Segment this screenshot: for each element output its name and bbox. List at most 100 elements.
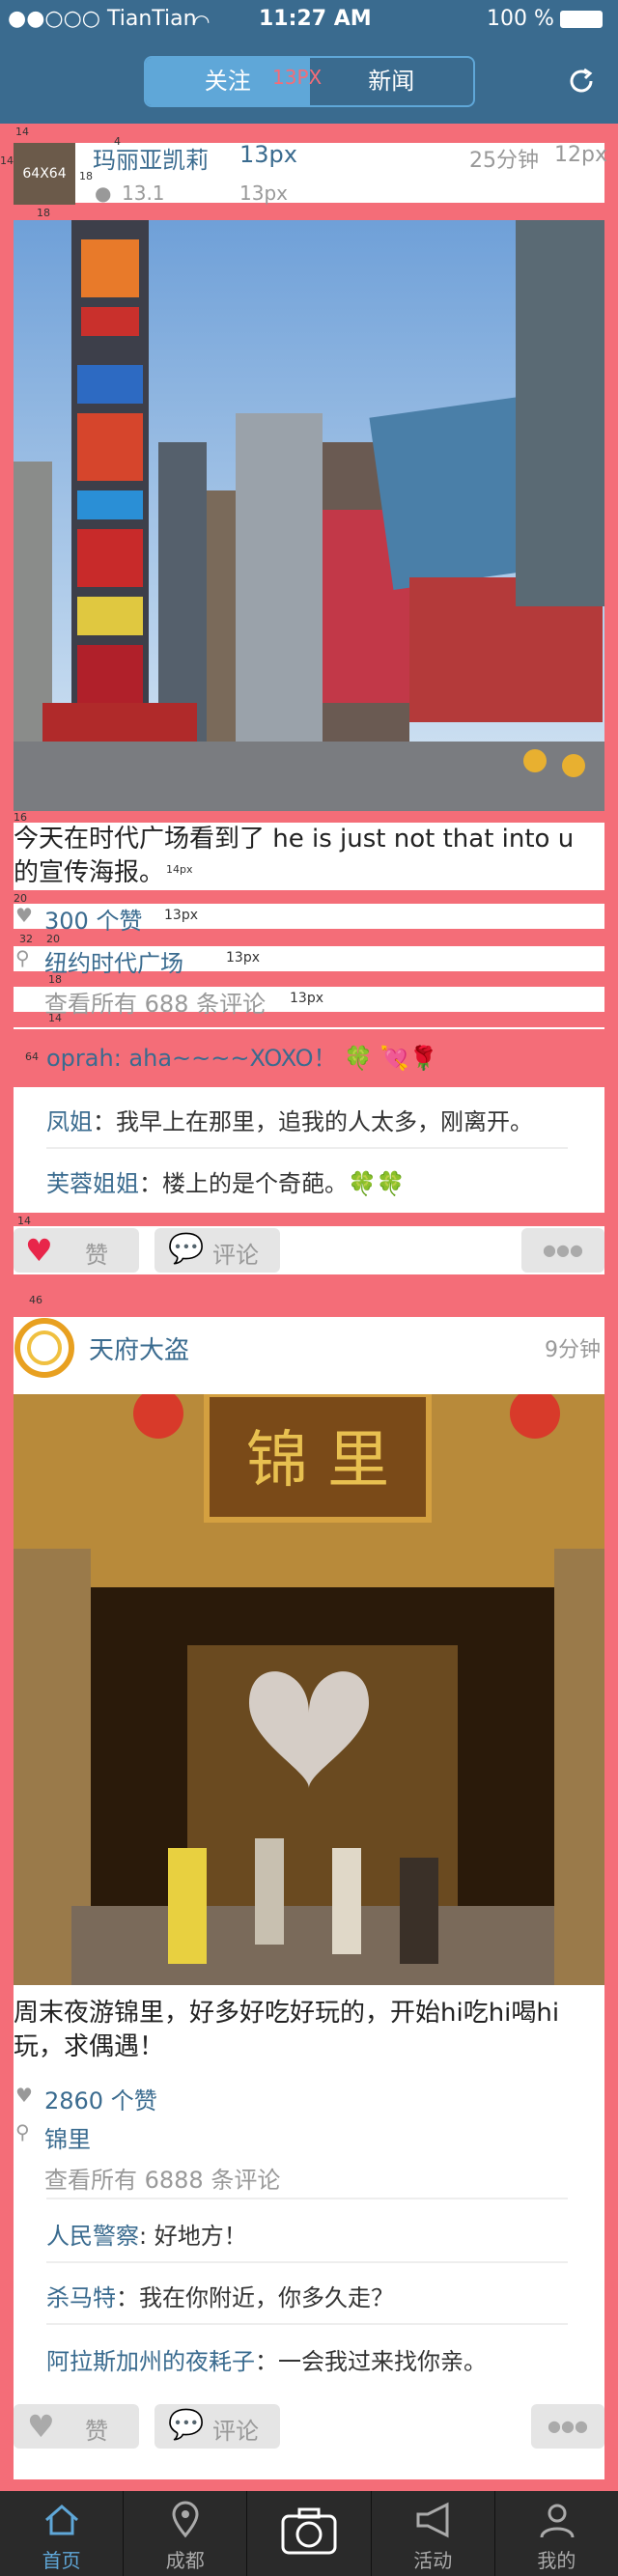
font-note: 13px [226, 950, 260, 966]
tab-home[interactable]: 首页 [0, 2491, 125, 2576]
guide-label: 46 [29, 1294, 42, 1306]
divider [46, 2261, 568, 2263]
comment-author[interactable]: 芙蓉姐姐 [46, 1170, 139, 1197]
wifi-icon: ◠ [193, 10, 211, 33]
comment-button[interactable]: 💬 评论 [154, 1228, 280, 1273]
author-name[interactable]: 玛丽亚凯莉 [93, 141, 209, 175]
comment-author[interactable]: 阿拉斯加州的夜耗子 [46, 2348, 255, 2375]
comment-text: 我早上在那里，追我的人太多，刚离开。 [116, 1108, 533, 1135]
font-note: 12px [554, 143, 607, 167]
tab-label: 我的 [537, 2549, 576, 2572]
post-time: 25分钟 [469, 149, 539, 173]
view-all-comments-link[interactable]: 查看所有 688 条评论 [44, 985, 266, 1019]
tab-label: 成都 [165, 2549, 205, 2572]
view-all-comments-link[interactable]: 查看所有 6888 条评论 [44, 2161, 280, 2195]
heart-outline-icon: ♥ [15, 904, 33, 927]
comment-text: 好地方！ [154, 2223, 247, 2250]
post-time: 9分钟 [545, 1338, 601, 1362]
tab-label: 首页 [42, 2549, 81, 2572]
font-note: 13px [290, 991, 323, 1006]
tab-chengdu[interactable]: 成都 [124, 2491, 248, 2576]
font-note: 13px [239, 182, 288, 205]
refresh-icon[interactable] [564, 64, 599, 98]
font-note: 13px [239, 141, 297, 168]
tab-me[interactable]: 我的 [495, 2491, 618, 2576]
comment-label: 评论 [212, 2418, 259, 2445]
drop-icon: ● [95, 182, 112, 205]
megaphone-icon [416, 2502, 449, 2538]
comment-author[interactable]: oprah [46, 1045, 114, 1072]
comment-item: 人民警察: 好地方！ [46, 2223, 247, 2250]
post-text: 今天在时代广场看到了 he is just not that into u 的宣… [14, 825, 575, 887]
tab-label: 活动 [413, 2549, 453, 2572]
heart-icon: ♥ [25, 1232, 53, 1269]
guide-label: 64 [25, 1050, 39, 1063]
guide-label: 4 [114, 135, 121, 148]
font-note: 13px [164, 908, 198, 923]
comment-text: 我在你附近，你多久走？ [139, 2284, 394, 2311]
comment-author[interactable]: 人民警察 [46, 2223, 139, 2250]
user-icon [540, 2504, 575, 2538]
guide-label: 18 [79, 170, 93, 182]
like-button[interactable]: ♥ 赞 [14, 2404, 139, 2449]
comment-item: 杀马特：我在你附近，你多久走？ [46, 2284, 394, 2311]
home-icon [45, 2505, 78, 2535]
avatar[interactable] [14, 1317, 75, 1379]
location-pin-icon [172, 2501, 199, 2538]
sign-text: 锦 里 [246, 1425, 389, 1497]
post-photo-jinli[interactable]: 锦 里 [14, 1394, 604, 1985]
like-label: 赞 [85, 1242, 108, 1269]
like-button[interactable]: ♥ 赞 [14, 1228, 139, 1273]
location-name[interactable]: 纽约时代广场 [44, 944, 183, 978]
guide-label: 14 [15, 126, 29, 138]
divider [46, 2323, 568, 2325]
comment-bubble-icon: 💬 [168, 2408, 205, 2442]
comment-author[interactable]: 杀马特 [46, 2284, 116, 2311]
guide-label: 18 [37, 207, 50, 219]
comment-item: 芙蓉姐姐：楼上的是个奇葩。🍀🍀 [46, 1170, 406, 1197]
status-bar: ●●○○○ TianTian ◠ 11:27 AM 100 % [0, 0, 618, 39]
comment-item: 阿拉斯加州的夜耗子：一会我过来找你亲。 [46, 2348, 487, 2375]
comment-text: 一会我过来找你亲。 [278, 2348, 487, 2375]
carrier-label: ●●○○○ TianTian [8, 7, 197, 31]
comment-author[interactable]: 凤姐 [46, 1108, 93, 1135]
author-name[interactable]: 天府大盗 [89, 1330, 189, 1366]
divider [46, 2198, 568, 2199]
guide-label: 16 [14, 811, 27, 824]
like-label: 赞 [85, 2418, 108, 2445]
clock: 11:27 AM [259, 7, 372, 31]
likes-count[interactable]: 2860 个赞 [44, 2082, 157, 2115]
tab-news[interactable]: 新闻 [310, 58, 474, 105]
sub-value: 13.1 [122, 182, 165, 205]
heart-outline-icon: ♥ [15, 2084, 33, 2107]
font-note: 14px [166, 863, 193, 876]
post-text: 周末夜游锦里，好多好吃好玩的，开始hi吃hi喝hi玩，求偶遇！ [14, 1999, 560, 2061]
location-pin-icon: ⚲ [15, 2120, 30, 2143]
post-photo-times-square[interactable] [14, 220, 604, 811]
location-name[interactable]: 锦里 [44, 2120, 91, 2154]
location-pin-icon: ⚲ [15, 946, 30, 969]
comment-bubble-icon: 💬 [168, 1232, 205, 1266]
guide-label: 32 [19, 933, 33, 945]
tab-bar: 首页 成都 活动 我的 [0, 2491, 618, 2576]
more-button[interactable]: ●●● [531, 2404, 604, 2449]
comment-item: 凤姐：我早上在那里，追我的人太多，刚离开。 [46, 1108, 533, 1135]
battery-icon [560, 11, 603, 28]
heart-icon: ♥ [27, 2408, 55, 2445]
camera-icon [281, 2507, 337, 2555]
tab-camera[interactable] [247, 2491, 372, 2576]
comment-item: oprah: aha~~~~XOXO！ 🍀 💘🌹 [46, 1045, 438, 1072]
comment-label: 评论 [212, 1242, 259, 1269]
tab-activity[interactable]: 活动 [372, 2491, 495, 2576]
guide-label: 14 [0, 154, 14, 167]
avatar[interactable]: 64X64 [14, 143, 75, 205]
more-button[interactable]: ●●● [521, 1228, 604, 1273]
guide-label: 14 [48, 1012, 62, 1024]
comment-button[interactable]: 💬 评论 [154, 2404, 280, 2449]
comment-text: aha~~~~XOXO！ 🍀 💘🌹 [128, 1045, 438, 1072]
comment-text: 楼上的是个奇葩。🍀🍀 [162, 1170, 406, 1197]
divider [46, 1147, 568, 1149]
font-size-note: 13PX [272, 66, 323, 89]
likes-count[interactable]: 300 个赞 [44, 902, 142, 936]
battery-percent: 100 % [487, 7, 554, 31]
